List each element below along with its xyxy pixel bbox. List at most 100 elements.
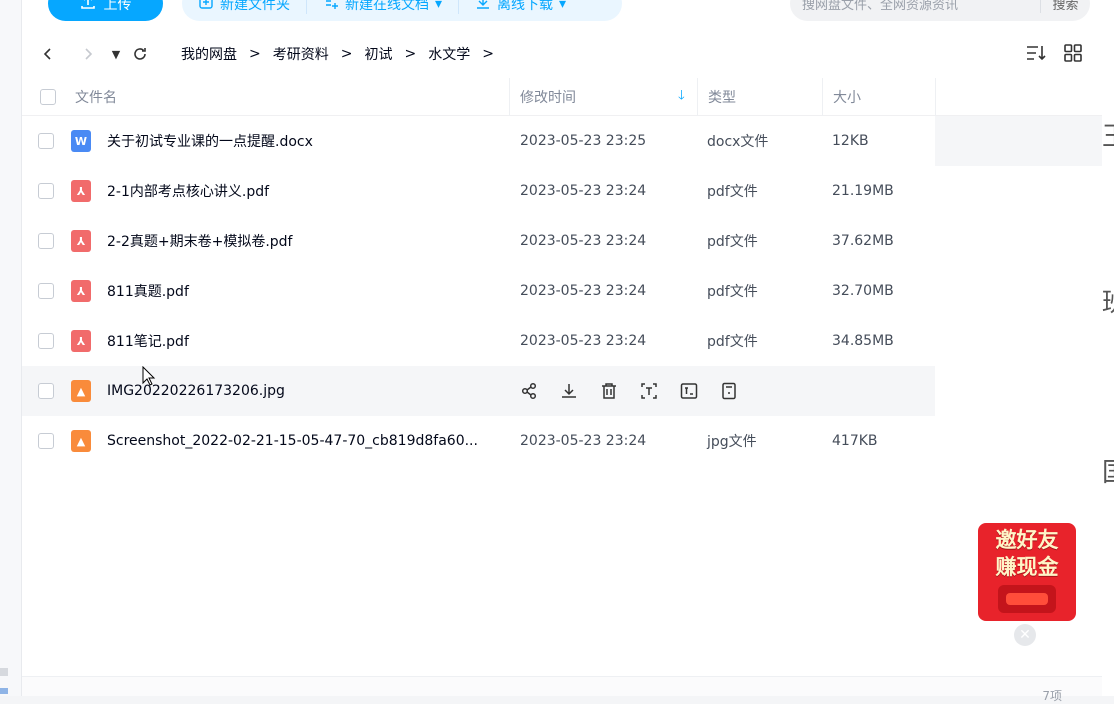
image-text-icon[interactable] (680, 382, 698, 400)
search-button[interactable]: 搜索 (1040, 0, 1090, 13)
table-row[interactable]: ⅄ 811真题.pdf 2023-05-23 23:24 pdf文件 32.70… (22, 266, 1102, 316)
new-folder-button[interactable]: 新建文件夹 (182, 0, 307, 14)
text-recognition-icon[interactable] (640, 382, 658, 400)
table-row[interactable]: W 关于初试专业课的一点提醒.docx 2023-05-23 23:25 doc… (22, 116, 1102, 166)
share-icon[interactable] (520, 382, 538, 400)
header-size[interactable]: 大小 (833, 87, 861, 107)
modified-time: 2023-05-23 23:25 (520, 133, 647, 149)
offline-download-label: 离线下载 (497, 0, 554, 13)
breadcrumb-separator: > (340, 46, 353, 62)
word-file-icon: W (71, 130, 91, 152)
new-online-doc-button[interactable]: 新建在线文档 ▾ (307, 0, 460, 14)
sidebar-marker (0, 688, 8, 694)
file-size: 12KB (832, 133, 869, 149)
file-name[interactable]: IMG20220226173206.jpg (107, 383, 285, 399)
table-row[interactable]: ⅄ 2-1内部考点核心讲义.pdf 2023-05-23 23:24 pdf文件… (22, 166, 1102, 216)
file-type: pdf文件 (707, 334, 758, 350)
file-name[interactable]: 2-2真题+期末卷+模拟卷.pdf (107, 231, 292, 251)
more-file-icon[interactable] (720, 382, 738, 400)
download-icon (475, 0, 491, 14)
file-type: pdf文件 (707, 284, 758, 300)
breadcrumb-item[interactable]: 初试 (364, 44, 392, 64)
column-divider (822, 78, 823, 116)
toolbar: 上传 新建文件夹 新建在线文档 ▾ 离线下载 ▾ 搜网盘文件、全网资源资讯 搜索 (22, 0, 1102, 22)
promo-text: 邀好友 赚现金 (978, 527, 1076, 581)
modified-time: 2023-05-23 23:24 (520, 283, 647, 299)
background-text: 王 (1102, 116, 1114, 153)
table-row[interactable]: ▲ IMG20220226173206.jpg (22, 366, 935, 416)
background-text: 国 (1102, 452, 1114, 489)
header-type[interactable]: 类型 (708, 87, 736, 107)
background-text: 班 (1102, 282, 1114, 319)
close-icon[interactable]: ✕ (1014, 624, 1036, 646)
row-checkbox[interactable] (38, 433, 54, 449)
row-checkbox[interactable] (38, 183, 54, 199)
file-type: docx文件 (707, 134, 769, 150)
search-input[interactable]: 搜网盘文件、全网资源资讯 (790, 0, 1040, 13)
delete-icon[interactable] (600, 382, 618, 400)
header-time[interactable]: 修改时间 (520, 87, 576, 107)
grid-view-icon[interactable] (1064, 44, 1082, 66)
upload-label: 上传 (103, 0, 132, 13)
column-divider (509, 78, 510, 116)
modified-time: 2023-05-23 23:24 (520, 183, 647, 199)
sort-icon[interactable] (1026, 44, 1046, 66)
sidebar-marker (0, 668, 8, 676)
navigation-bar: ▼ 我的网盘 > 考研资料 > 初试 > 水文学 > (22, 36, 1102, 72)
breadcrumb: 我的网盘 > 考研资料 > 初试 > 水文学 > (181, 36, 506, 72)
pdf-file-icon: ⅄ (71, 180, 91, 202)
file-name[interactable]: 811真题.pdf (107, 281, 189, 301)
file-name[interactable]: 关于初试专业课的一点提醒.docx (107, 131, 313, 151)
promo-line: 邀好友 (995, 528, 1059, 552)
file-browser: 上传 新建文件夹 新建在线文档 ▾ 离线下载 ▾ 搜网盘文件、全网资源资讯 搜索 (22, 0, 1102, 703)
chevron-down-icon: ▾ (435, 0, 443, 12)
row-checkbox[interactable] (38, 233, 54, 249)
breadcrumb-item: 水文学 (428, 47, 471, 63)
history-dropdown-icon[interactable]: ▼ (106, 44, 126, 64)
sort-down-arrow-icon: 🡓 (678, 87, 685, 103)
upload-button[interactable]: 上传 (48, 0, 163, 21)
breadcrumb-separator: > (482, 46, 494, 62)
file-size: 21.19MB (832, 183, 894, 199)
file-size: 32.70MB (832, 283, 894, 299)
column-divider (935, 78, 936, 116)
new-online-doc-label: 新建在线文档 (345, 0, 429, 13)
pdf-file-icon: ⅄ (71, 330, 91, 352)
file-type: pdf文件 (707, 234, 758, 250)
file-name[interactable]: 2-1内部考点核心讲义.pdf (107, 181, 269, 201)
modified-time: 2023-05-23 23:24 (520, 333, 647, 349)
header-name[interactable]: 文件名 (75, 87, 117, 107)
red-envelope-icon (998, 585, 1056, 613)
download-icon[interactable] (560, 382, 578, 400)
row-checkbox[interactable] (38, 383, 54, 399)
table-row[interactable]: ⅄ 811笔记.pdf 2023-05-23 23:24 pdf文件 34.85… (22, 316, 1102, 366)
row-actions (520, 366, 738, 416)
forward-icon[interactable] (78, 44, 98, 64)
mouse-cursor-icon (142, 365, 156, 390)
table-row[interactable]: ⅄ 2-2真题+期末卷+模拟卷.pdf 2023-05-23 23:24 pdf… (22, 216, 1102, 266)
table-row[interactable]: ▲ Screenshot_2022-02-21-15-05-47-70_cb81… (22, 416, 1102, 466)
file-name[interactable]: 811笔记.pdf (107, 331, 189, 351)
new-folder-label: 新建文件夹 (220, 0, 290, 13)
row-checkbox[interactable] (38, 333, 54, 349)
file-size: 37.62MB (832, 233, 894, 249)
promo-line: 赚现金 (995, 555, 1059, 579)
search-box[interactable]: 搜网盘文件、全网资源资讯 搜索 (790, 0, 1090, 21)
pdf-file-icon: ⅄ (71, 280, 91, 302)
background-window-edge: 王 班 国 (1102, 0, 1114, 696)
modified-time: 2023-05-23 23:24 (520, 233, 647, 249)
table-header: 文件名 修改时间 🡓 类型 大小 (22, 78, 1102, 116)
row-checkbox[interactable] (38, 133, 54, 149)
breadcrumb-item[interactable]: 我的网盘 (181, 44, 237, 64)
invite-friends-promo[interactable]: 邀好友 赚现金 (978, 523, 1076, 621)
file-name[interactable]: Screenshot_2022-02-21-15-05-47-70_cb819d… (107, 433, 478, 449)
back-icon[interactable] (38, 44, 58, 64)
column-divider (697, 78, 698, 116)
refresh-icon[interactable] (130, 44, 150, 64)
view-controls (1026, 44, 1082, 66)
breadcrumb-item[interactable]: 考研资料 (273, 44, 329, 64)
offline-download-button[interactable]: 离线下载 ▾ (459, 0, 582, 14)
select-all-checkbox[interactable] (40, 88, 56, 105)
chevron-down-icon: ▾ (559, 0, 567, 12)
row-checkbox[interactable] (38, 283, 54, 299)
